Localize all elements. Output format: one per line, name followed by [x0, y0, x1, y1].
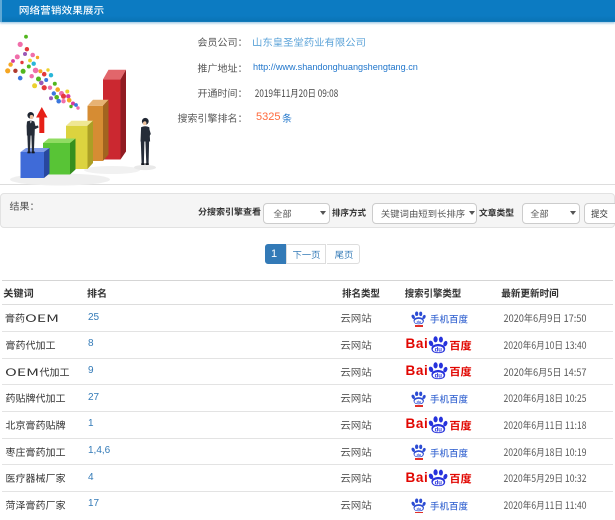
svg-text:du: du [417, 453, 421, 457]
svg-text:du: du [435, 427, 443, 433]
svg-text:du: du [417, 320, 421, 324]
svg-text:du: du [435, 374, 443, 380]
svg-text:du: du [435, 347, 443, 353]
svg-text:du: du [435, 480, 443, 486]
svg-text:du: du [417, 400, 421, 404]
svg-text:du: du [417, 507, 421, 511]
